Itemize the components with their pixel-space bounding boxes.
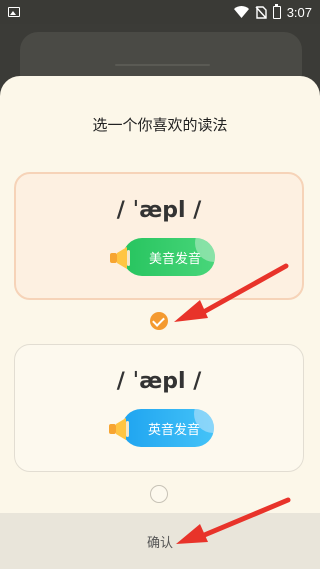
phonetic-text: / ˈæpl /	[116, 369, 202, 394]
no-sim-icon	[255, 5, 267, 19]
radio-uk-unchecked[interactable]	[150, 485, 168, 503]
radio-us-checked[interactable]	[150, 312, 168, 330]
status-bar: 3:07	[0, 0, 320, 24]
arrow-to-radio-icon	[174, 263, 289, 322]
uk-pronunciation-button[interactable]: 英音发音	[122, 409, 214, 447]
battery-icon	[272, 3, 281, 19]
status-time: 3:07	[286, 4, 312, 20]
wifi-icon	[233, 6, 249, 18]
sheet-title: 选一个你喜欢的读法	[92, 116, 228, 134]
background-divider	[115, 64, 210, 66]
arrow-to-confirm-icon	[176, 497, 291, 544]
confirm-label: 确认	[146, 535, 173, 551]
status-left	[8, 7, 20, 17]
option-card-uk[interactable]: / ˈæpl / 英音发音	[14, 344, 304, 472]
status-right: 3:07	[233, 3, 312, 20]
speaker-icon	[109, 418, 129, 440]
uk-button-label: 英音发音	[147, 422, 200, 438]
gallery-icon	[8, 7, 20, 17]
phonetic-text: / ˈæpl /	[116, 198, 202, 223]
speaker-icon	[110, 247, 130, 269]
